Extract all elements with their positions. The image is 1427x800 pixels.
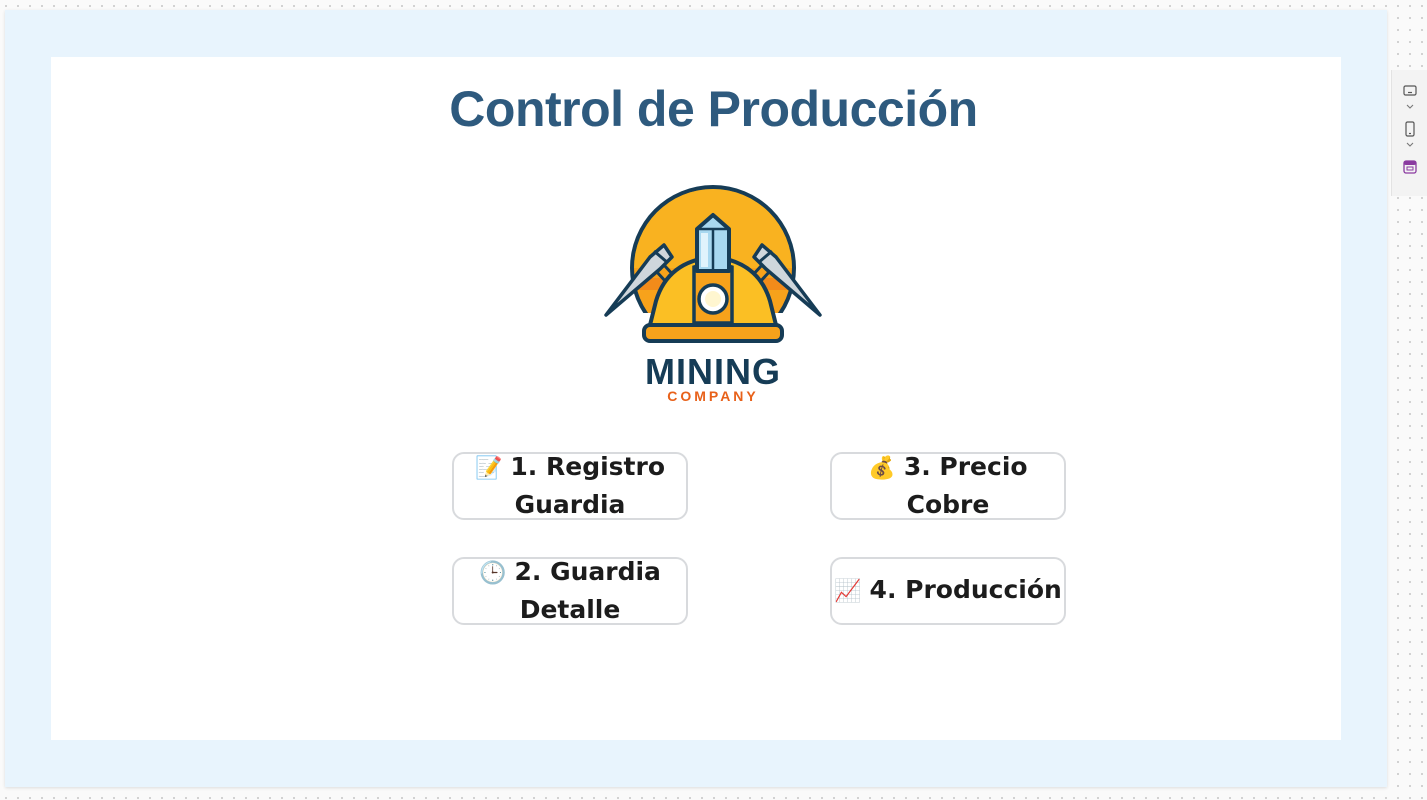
- phone-view-icon[interactable]: [1403, 121, 1417, 138]
- registro-guardia-button-content: 📝 1. Registro Guardia: [454, 449, 686, 523]
- precio-cobre-label: 3. Precio Cobre: [903, 452, 1028, 519]
- registro-guardia-button[interactable]: 📝 1. Registro Guardia: [452, 452, 688, 520]
- chevron-down-icon[interactable]: [1403, 103, 1417, 111]
- money-bag-icon: 💰: [868, 456, 896, 481]
- memo-icon: 📝: [474, 456, 503, 481]
- produccion-label: 4. Producción: [869, 575, 1062, 604]
- chart-increasing-icon: 📈: [834, 579, 862, 604]
- logo-brand-sub: COMPANY: [667, 388, 759, 404]
- guardia-detalle-label: 2. Guardia Detalle: [514, 557, 661, 624]
- desktop-view-icon[interactable]: [1403, 84, 1417, 98]
- produccion-button-content: 📈 4. Producción: [834, 572, 1062, 610]
- chevron-down-icon[interactable]: [1403, 141, 1417, 149]
- mining-company-logo: MINING COMPANY: [598, 183, 828, 408]
- registro-guardia-label: 1. Registro Guardia: [510, 452, 665, 519]
- logo-brand-main: MINING: [645, 351, 781, 392]
- guardia-detalle-button[interactable]: 🕒 2. Guardia Detalle: [452, 557, 688, 625]
- side-toolbar: [1391, 70, 1427, 196]
- precio-cobre-button-content: 💰 3. Precio Cobre: [832, 449, 1064, 523]
- clock-icon: 🕒: [479, 561, 507, 586]
- page-title: Control de Producción: [449, 81, 978, 137]
- guardia-detalle-button-content: 🕒 2. Guardia Detalle: [454, 554, 686, 628]
- mining-logo-emblem: [598, 185, 828, 353]
- precio-cobre-button[interactable]: 💰 3. Precio Cobre: [830, 452, 1066, 520]
- app-icon[interactable]: [1403, 160, 1417, 174]
- produccion-button[interactable]: 📈 4. Producción: [830, 557, 1066, 625]
